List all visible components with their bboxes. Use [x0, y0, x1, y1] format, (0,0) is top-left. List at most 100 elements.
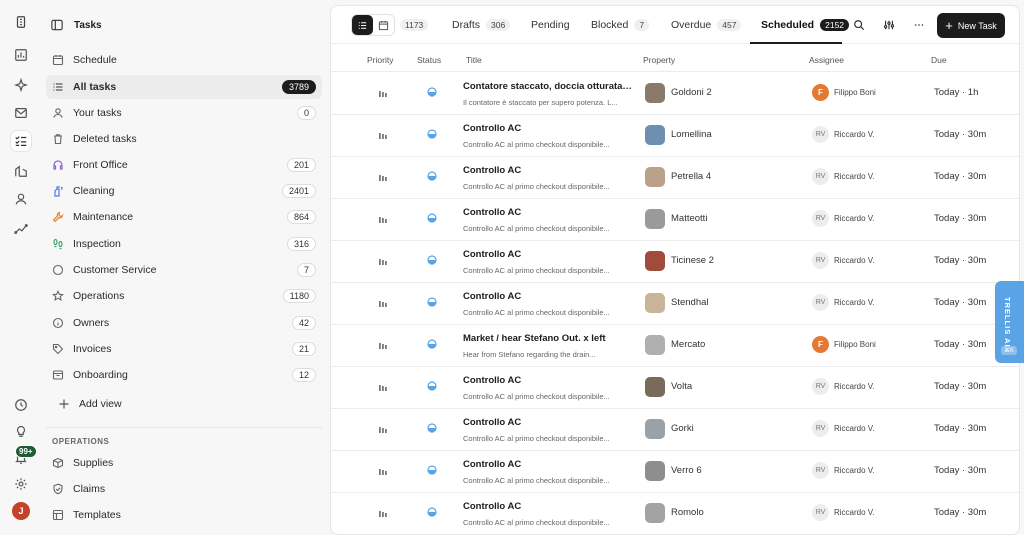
task-title[interactable]: Controllo AC [463, 417, 633, 428]
property-name[interactable]: Stendhal [671, 297, 709, 308]
sidebar-item-cleaning[interactable]: Cleaning 2401 [46, 179, 322, 203]
property-name[interactable]: Romolo [671, 507, 704, 518]
status-scheduled-icon[interactable] [427, 255, 437, 265]
table-row[interactable]: Controllo AC Controllo AC al primo checko… [331, 157, 1019, 199]
sidebar-item-customer-service[interactable]: Customer Service 7 [46, 258, 322, 282]
task-title[interactable]: Controllo AC [463, 249, 633, 260]
clock-icon[interactable] [11, 395, 31, 415]
properties-icon[interactable] [11, 161, 31, 181]
due-time[interactable]: Today · 30m [934, 213, 986, 224]
inbox-icon[interactable] [11, 103, 31, 123]
search-icon[interactable] [851, 17, 867, 33]
tasks-icon[interactable] [11, 131, 31, 151]
filter-sliders-icon[interactable] [881, 17, 897, 33]
property-name[interactable]: Lomellina [671, 129, 712, 140]
task-title[interactable]: Controllo AC [463, 165, 633, 176]
status-scheduled-icon[interactable] [427, 129, 437, 139]
list-view-button[interactable] [352, 15, 373, 35]
assignee-name[interactable]: Riccardo V. [834, 256, 875, 265]
due-time[interactable]: Today · 30m [934, 297, 986, 308]
priority-bars-icon[interactable] [378, 214, 388, 224]
sidebar-item-all-tasks[interactable]: All tasks 3789 [46, 75, 322, 99]
table-row[interactable]: Market / hear Stefano Out. x left Hear fr… [331, 325, 1019, 367]
status-scheduled-icon[interactable] [427, 507, 437, 517]
property-name[interactable]: Gorki [671, 423, 694, 434]
tab-scheduled[interactable]: Scheduled 2152 [761, 6, 850, 44]
due-time[interactable]: Today · 30m [934, 465, 986, 476]
trend-icon[interactable] [11, 219, 31, 239]
assignee-name[interactable]: Riccardo V. [834, 214, 875, 223]
column-header-priority[interactable]: Priority [367, 55, 393, 65]
sidebar-item-supplies[interactable]: Supplies [46, 451, 322, 475]
priority-bars-icon[interactable] [378, 298, 388, 308]
status-scheduled-icon[interactable] [427, 381, 437, 391]
task-title[interactable]: Controllo AC [463, 207, 633, 218]
status-scheduled-icon[interactable] [427, 87, 437, 97]
column-header-status[interactable]: Status [417, 55, 441, 65]
table-row[interactable]: Controllo AC Controllo AC al primo checko… [331, 283, 1019, 325]
tab-overdue[interactable]: Overdue 457 [671, 6, 742, 44]
trellis-ai-tab[interactable]: TRELLIS AI ⌘K [995, 281, 1024, 363]
due-time[interactable]: Today · 30m [934, 171, 986, 182]
due-time[interactable]: Today · 30m [934, 507, 986, 518]
tab-pending[interactable]: Pending [531, 6, 570, 44]
priority-bars-icon[interactable] [378, 256, 388, 266]
table-row[interactable]: Controllo AC Controllo AC al primo checko… [331, 241, 1019, 283]
table-row[interactable]: Controllo AC Controllo AC al primo checko… [331, 493, 1019, 534]
task-title[interactable]: Contatore staccato, doccia otturata e... [463, 81, 633, 92]
assignee-name[interactable]: Filippo Boni [834, 340, 876, 349]
sidebar-item-schedule[interactable]: Schedule [46, 48, 322, 72]
status-scheduled-icon[interactable] [427, 423, 437, 433]
sidebar-item-owners[interactable]: Owners 42 [46, 311, 322, 335]
assignee-name[interactable]: Riccardo V. [834, 424, 875, 433]
more-options-icon[interactable] [911, 17, 927, 33]
analytics-icon[interactable] [11, 45, 31, 65]
sidebar-item-invoices[interactable]: Invoices 21 [46, 337, 322, 361]
new-task-button[interactable]: + New Task [937, 13, 1005, 38]
assignee-name[interactable]: Filippo Boni [834, 88, 876, 97]
priority-bars-icon[interactable] [378, 508, 388, 518]
due-time[interactable]: Today · 30m [934, 423, 986, 434]
due-time[interactable]: Today · 1h [934, 87, 978, 98]
due-time[interactable]: Today · 30m [934, 129, 986, 140]
priority-bars-icon[interactable] [378, 172, 388, 182]
lightbulb-icon[interactable] [11, 421, 31, 441]
table-row[interactable]: Controllo AC Controllo AC al primo checko… [331, 451, 1019, 493]
sidebar-item-your-tasks[interactable]: Your tasks 0 [46, 101, 322, 125]
table-row[interactable]: Controllo AC Controllo AC al primo checko… [331, 199, 1019, 241]
status-scheduled-icon[interactable] [427, 339, 437, 349]
sidebar-item-onboarding[interactable]: Onboarding 12 [46, 363, 322, 387]
task-title[interactable]: Controllo AC [463, 501, 633, 512]
priority-bars-icon[interactable] [378, 88, 388, 98]
task-title[interactable]: Controllo AC [463, 375, 633, 386]
status-scheduled-icon[interactable] [427, 297, 437, 307]
table-row[interactable]: Controllo AC Controllo AC al primo checko… [331, 409, 1019, 451]
assignee-name[interactable]: Riccardo V. [834, 508, 875, 517]
task-title[interactable]: Controllo AC [463, 291, 633, 302]
priority-bars-icon[interactable] [378, 424, 388, 434]
status-scheduled-icon[interactable] [427, 465, 437, 475]
calendar-view-button[interactable] [373, 15, 394, 35]
column-header-title[interactable]: Title [466, 55, 482, 65]
user-avatar[interactable]: J [12, 502, 30, 520]
status-scheduled-icon[interactable] [427, 171, 437, 181]
sidebar-toggle-icon[interactable] [50, 18, 64, 32]
building-icon[interactable] [11, 12, 31, 32]
assignee-name[interactable]: Riccardo V. [834, 466, 875, 475]
sidebar-item-operations[interactable]: Operations 1180 [46, 284, 322, 308]
sidebar-item-deleted-tasks[interactable]: Deleted tasks [46, 127, 322, 151]
due-time[interactable]: Today · 30m [934, 381, 986, 392]
sidebar-item-front-office[interactable]: Front Office 201 [46, 153, 322, 177]
property-name[interactable]: Petrella 4 [671, 171, 711, 182]
person-icon[interactable] [11, 189, 31, 209]
assignee-name[interactable]: Riccardo V. [834, 382, 875, 391]
assignee-name[interactable]: Riccardo V. [834, 172, 875, 181]
due-time[interactable]: Today · 30m [934, 255, 986, 266]
tab-drafts[interactable]: Drafts 306 [452, 6, 511, 44]
property-name[interactable]: Goldoni 2 [671, 87, 712, 98]
add-view-button[interactable]: Add view [52, 392, 328, 416]
property-name[interactable]: Matteotti [671, 213, 707, 224]
sidebar-item-inspection[interactable]: Inspection 316 [46, 232, 322, 256]
sparkle-icon[interactable] [11, 75, 31, 95]
sidebar-item-claims[interactable]: Claims [46, 477, 322, 501]
